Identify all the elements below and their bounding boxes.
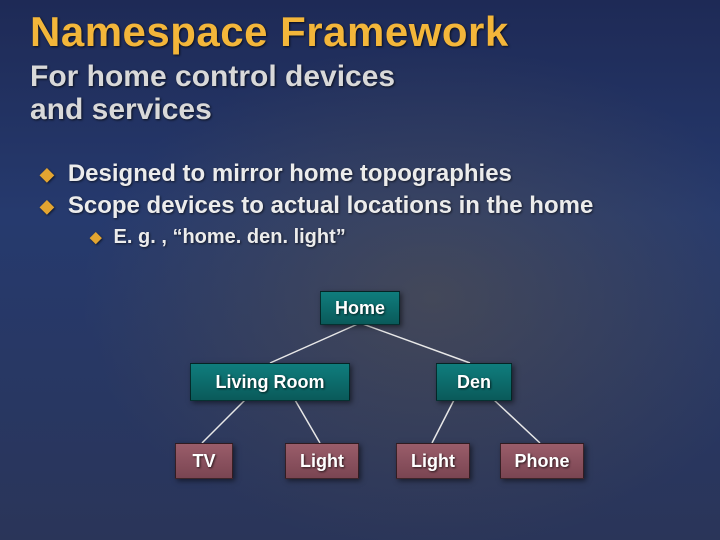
node-tv: TV: [175, 443, 233, 479]
slide: Namespace Framework For home control dev…: [0, 0, 720, 540]
slide-title: Namespace Framework: [30, 8, 509, 56]
subtitle-line-1: For home control devices: [30, 60, 395, 93]
slide-subtitle: For home control devices and services: [30, 60, 395, 126]
diamond-bullet-icon: ◆: [40, 192, 54, 220]
bullet-text: Scope devices to actual locations in the…: [68, 192, 593, 220]
bullet-list: ◆ Designed to mirror home topographies ◆…: [40, 160, 690, 250]
bullet-item-2: ◆ Scope devices to actual locations in t…: [40, 192, 690, 220]
tree-diagram: Home Living Room Den TV Light Light Phon…: [0, 285, 720, 525]
node-living-room: Living Room: [190, 363, 350, 401]
sub-bullet-item-1: ◆ E. g. , “home. den. light”: [90, 226, 690, 250]
bullet-text: Designed to mirror home topographies: [68, 160, 512, 188]
sub-bullet-text: E. g. , “home. den. light”: [114, 226, 346, 249]
diamond-bullet-icon: ◆: [90, 226, 102, 250]
node-light-den: Light: [396, 443, 470, 479]
node-phone: Phone: [500, 443, 584, 479]
diamond-bullet-icon: ◆: [40, 160, 54, 188]
subtitle-line-2: and services: [30, 93, 395, 126]
node-light-living-room: Light: [285, 443, 359, 479]
bullet-item-1: ◆ Designed to mirror home topographies: [40, 160, 690, 188]
node-home: Home: [320, 291, 400, 325]
node-den: Den: [436, 363, 512, 401]
